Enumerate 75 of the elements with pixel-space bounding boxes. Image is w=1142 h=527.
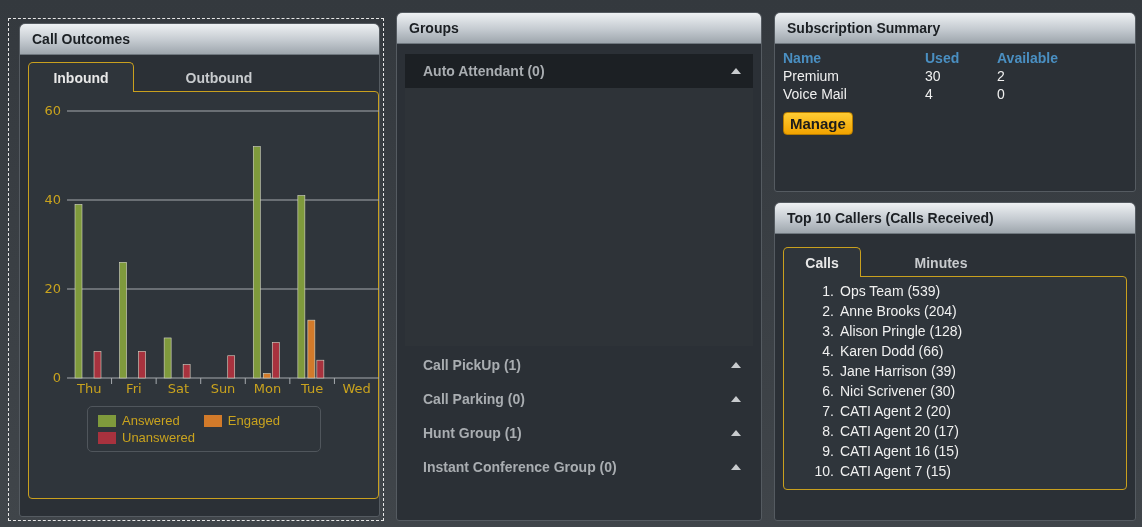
legend-label: Unanswered xyxy=(122,430,195,445)
table-cell-text: 2 xyxy=(997,68,1006,84)
caller-name: Alison Pringle (128) xyxy=(840,322,963,341)
x-tick-label: Wed xyxy=(342,381,371,396)
tab[interactable]: Outbound xyxy=(134,62,304,92)
list-number: 3. xyxy=(821,322,835,341)
table-cell-text: Premium xyxy=(783,68,840,84)
table-cell-text: Voice Mail xyxy=(783,86,848,102)
legend-label: Engaged xyxy=(227,413,280,428)
group-label: Hunt Group (1) xyxy=(423,425,522,441)
tab[interactable]: Inbound xyxy=(28,62,134,92)
panel-title: Groups xyxy=(397,13,761,44)
y-tick-label: 0 xyxy=(52,370,61,385)
caret-icon xyxy=(731,68,741,74)
caller-name: Karen Dodd (66) xyxy=(840,342,944,361)
group-header[interactable]: Auto Attendant (0) xyxy=(405,54,753,88)
bar xyxy=(93,351,102,379)
caret-icon xyxy=(731,362,741,368)
list-number: 6. xyxy=(821,382,835,401)
caret-icon xyxy=(731,396,741,402)
list-number: 5. xyxy=(821,362,835,381)
x-tick-label: Mon xyxy=(253,381,282,396)
column-header: Used xyxy=(925,50,961,66)
bar xyxy=(138,351,146,379)
y-tick-label: 60 xyxy=(44,103,61,118)
x-tick-label: Thu xyxy=(77,381,102,396)
list-number: 8. xyxy=(821,422,835,441)
group-label: Instant Conference Group (0) xyxy=(423,459,617,475)
group-label: Call Parking (0) xyxy=(423,391,525,407)
group-label: Call PickUp (1) xyxy=(423,357,522,373)
caller-name: Ops Team (539) xyxy=(840,282,941,301)
group-header[interactable]: Call Parking (0) xyxy=(405,382,753,416)
y-tick-label: 40 xyxy=(44,192,61,207)
group-label: Auto Attendant (0) xyxy=(423,63,545,79)
column-header: Name xyxy=(783,50,823,66)
caller-name: CATI Agent 7 (15) xyxy=(840,462,951,481)
table-cell-text: 0 xyxy=(997,86,1006,102)
legend-label: Answered xyxy=(122,413,180,428)
legend-swatch xyxy=(98,431,116,444)
list-number: 7. xyxy=(821,402,835,421)
caller-name: Nici Scrivener (30) xyxy=(840,382,956,401)
list-number: 2. xyxy=(821,302,835,321)
x-tick-label: Tue xyxy=(301,381,324,396)
bar xyxy=(182,364,191,379)
group-header[interactable]: Call PickUp (1) xyxy=(405,348,753,382)
bar xyxy=(163,337,172,379)
list-number: 1. xyxy=(821,282,835,301)
legend-swatch xyxy=(98,414,116,427)
panel-title: Top 10 Callers (Calls Received) xyxy=(775,203,1135,234)
x-tick-label: Sat xyxy=(167,381,190,396)
panel-title: Subscription Summary xyxy=(775,13,1135,44)
bar xyxy=(227,355,235,379)
caller-name: Jane Harrison (39) xyxy=(840,362,956,381)
y-tick-label: 20 xyxy=(44,281,61,296)
legend-swatch xyxy=(203,414,222,427)
panel-title: Call Outcomes xyxy=(20,24,379,55)
table-cell-text: 4 xyxy=(925,86,934,102)
caller-name: Anne Brooks (204) xyxy=(840,302,957,321)
tab[interactable]: Minutes xyxy=(861,247,1021,277)
list-number: 10. xyxy=(813,462,835,481)
table-cell-text: 30 xyxy=(925,68,942,84)
caret-icon xyxy=(731,464,741,470)
caller-name: CATI Agent 16 (15) xyxy=(840,442,959,461)
caller-name: CATI Agent 2 (20) xyxy=(840,402,951,421)
caret-icon xyxy=(731,430,741,436)
caller-name: CATI Agent 20 (17) xyxy=(840,422,959,441)
list-number: 4. xyxy=(821,342,835,361)
column-header: Available xyxy=(997,50,1059,66)
group-header[interactable]: Hunt Group (1) xyxy=(405,416,753,450)
manage-button[interactable]: Manage xyxy=(783,112,853,135)
list-number: 9. xyxy=(821,442,835,461)
x-tick-label: Sun xyxy=(210,381,236,396)
group-header[interactable]: Instant Conference Group (0) xyxy=(405,450,753,484)
x-tick-label: Fri xyxy=(126,381,142,396)
tab[interactable]: Calls xyxy=(783,247,861,277)
